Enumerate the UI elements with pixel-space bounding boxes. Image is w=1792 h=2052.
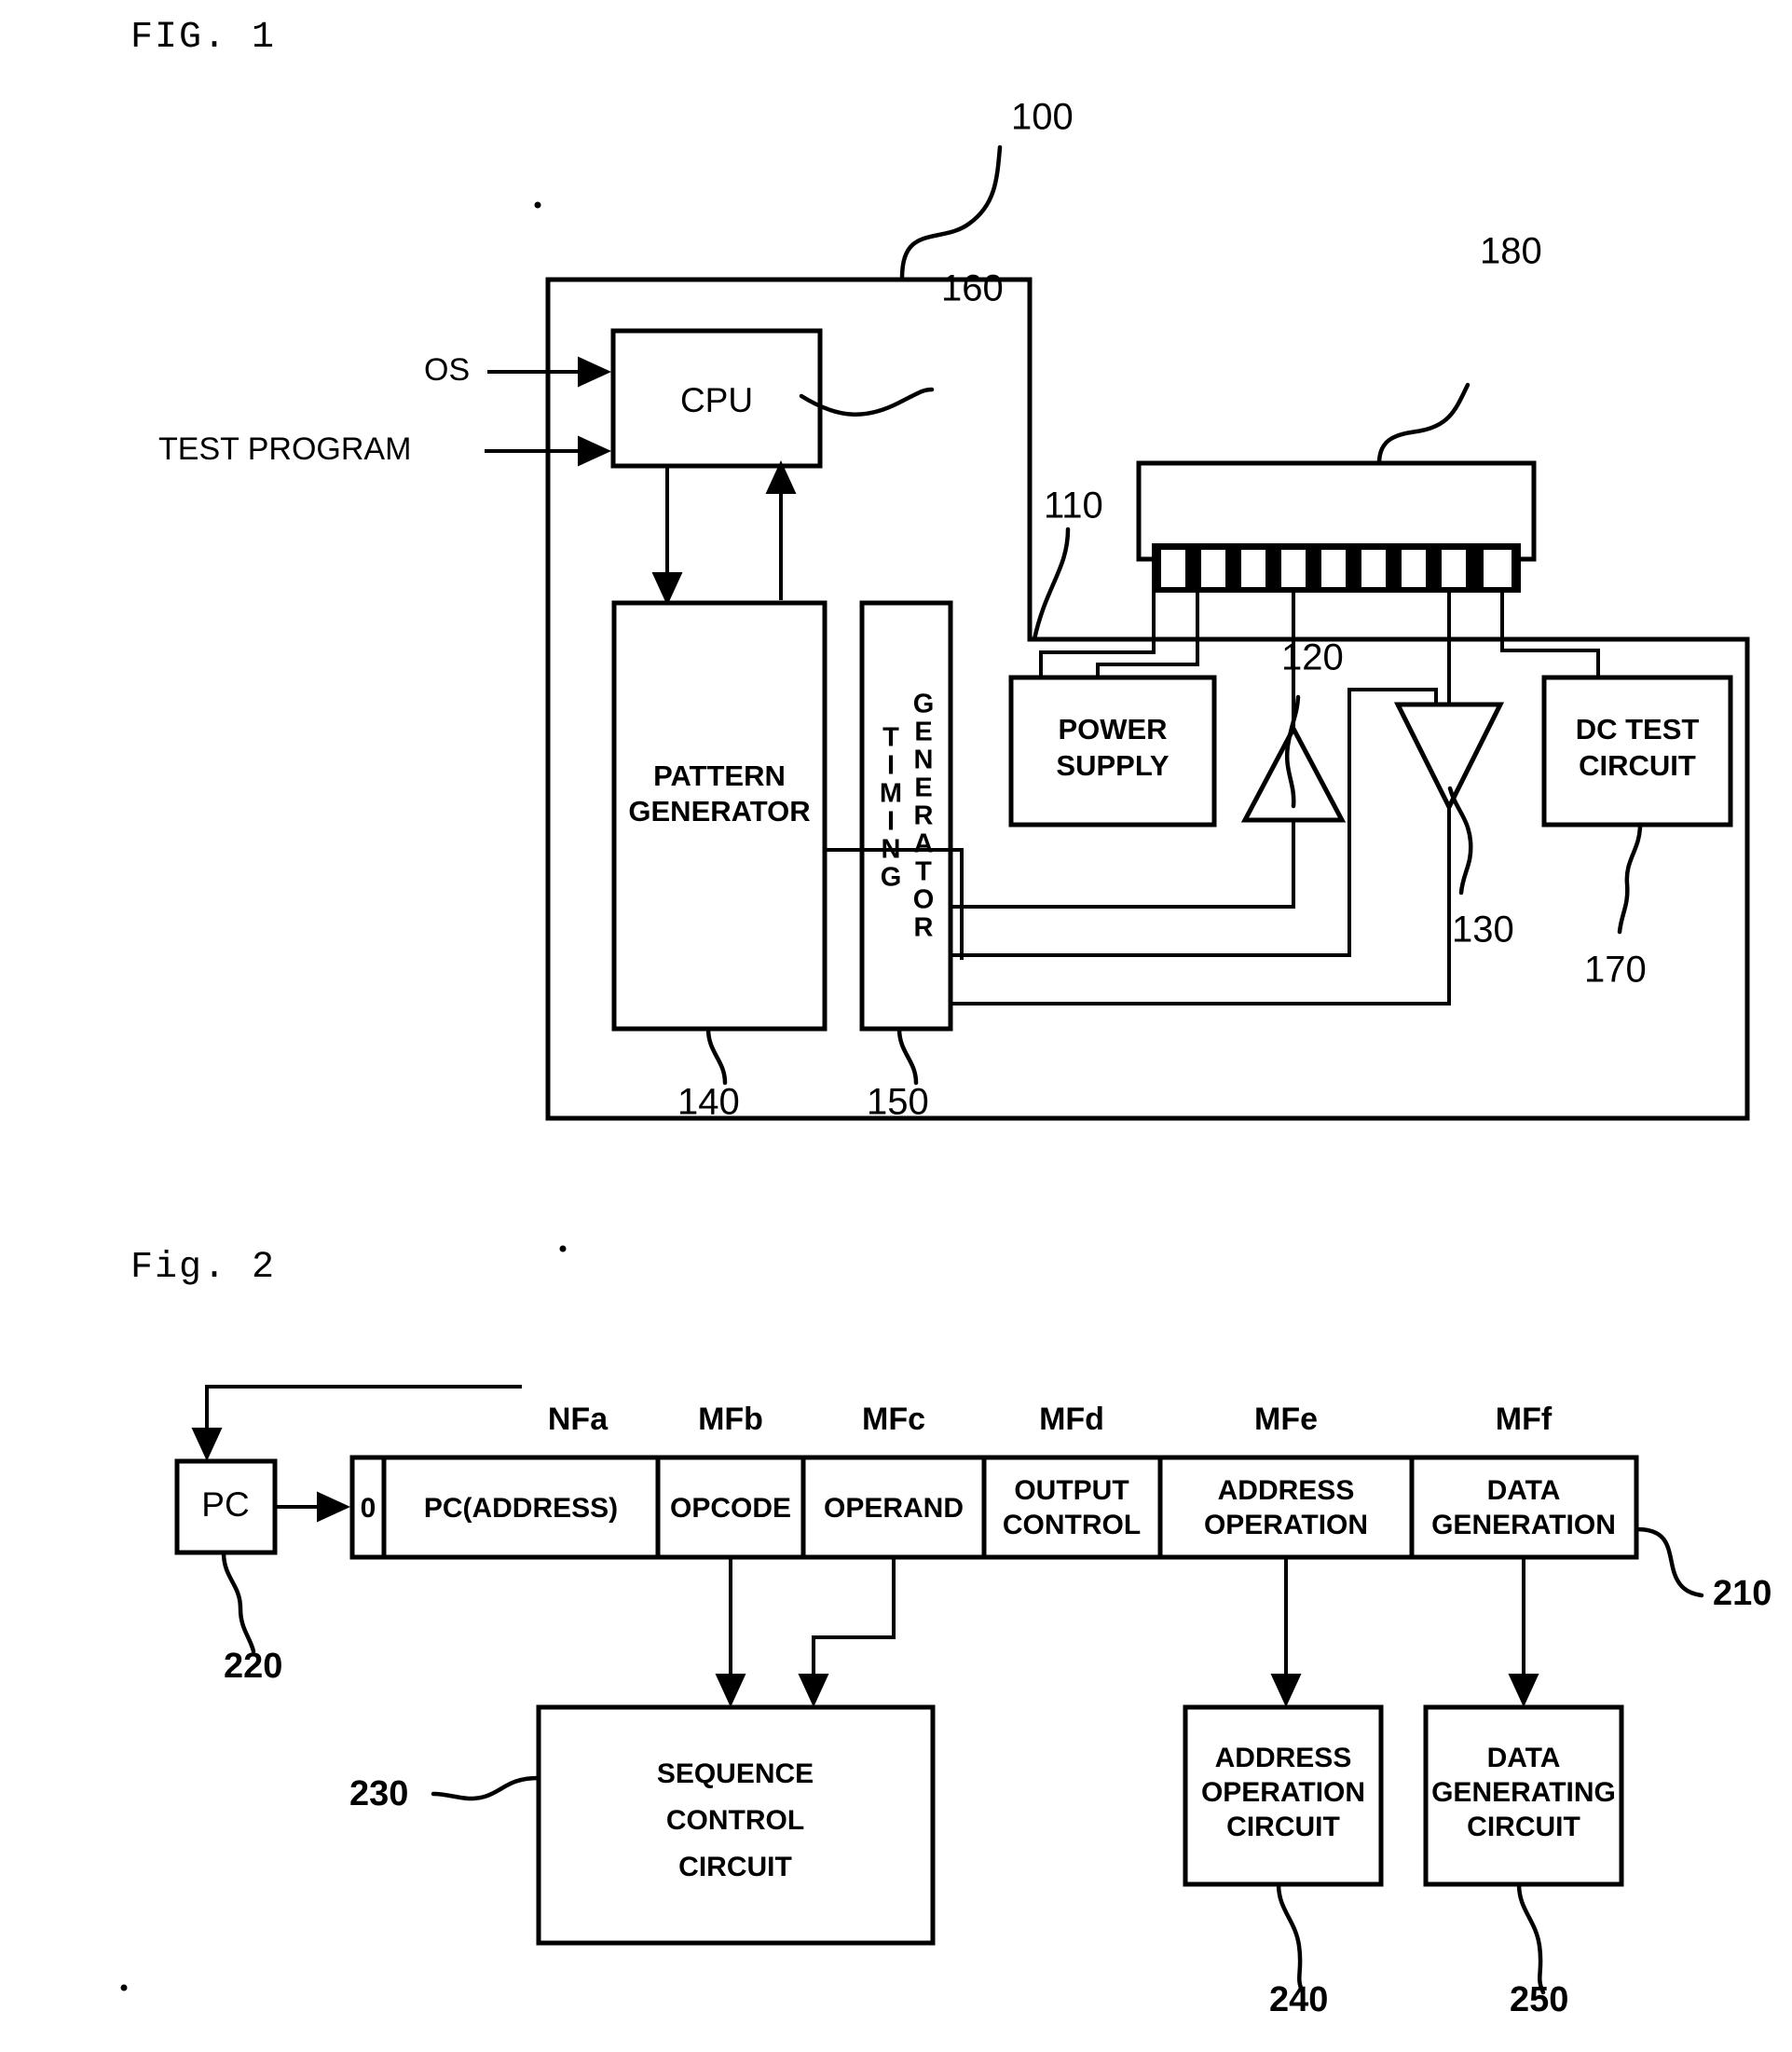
svg-text:O: O <box>913 885 935 915</box>
ref-160-label: 160 <box>941 268 1004 309</box>
ref-120-label: 120 <box>1281 637 1344 678</box>
pattern-generator-label-line1: PATTERN <box>653 759 786 792</box>
word-tag-nfa: NFa <box>548 1402 609 1437</box>
ref-210-label: 210 <box>1713 1574 1771 1613</box>
word-cell-opcode: OPCODE <box>670 1493 791 1524</box>
input-label-test-program: TEST PROGRAM <box>158 431 411 467</box>
driver-input-from-timing-generator <box>951 820 1295 909</box>
svg-text:T: T <box>882 723 899 753</box>
ref-100-leader <box>899 144 1003 280</box>
ref-150-leader <box>896 1026 919 1086</box>
input-label-os: OS <box>424 352 470 388</box>
ref-210-leader <box>1634 1526 1704 1598</box>
pc-block-label: PC <box>201 1485 249 1524</box>
ref-250-leader <box>1516 1881 1546 1995</box>
ref-170-leader <box>1617 822 1643 935</box>
dc-test-circuit-label-line1: DC TEST <box>1576 713 1700 746</box>
ref-110-leader <box>1032 527 1071 642</box>
ref-180-leader <box>1376 382 1471 466</box>
word-cell-operand: OPERAND <box>824 1493 964 1524</box>
figure2-title: Fig. 2 <box>130 1247 276 1289</box>
figure1-title: FIG. 1 <box>130 17 276 59</box>
word-cell-data-generation-line2: GENERATION <box>1431 1510 1616 1540</box>
svg-text:N: N <box>914 746 934 775</box>
cpu-label: CPU <box>680 381 753 419</box>
word-cell-address-operation-line2: OPERATION <box>1204 1510 1368 1540</box>
ref-220-label: 220 <box>224 1647 282 1686</box>
ref-150-label: 150 <box>867 1082 929 1123</box>
artifact-dot <box>120 1984 128 1991</box>
timing-generator-label-timing: T I M I N G <box>880 723 902 893</box>
timing-generator-block <box>859 600 953 1032</box>
artifact-dot <box>534 201 541 209</box>
word-tag-mfd: MFd <box>1039 1402 1104 1437</box>
dut-pins <box>1161 550 1512 587</box>
word-tag-mfb: MFb <box>698 1402 763 1437</box>
patent-figure-sheet: FIG. 1 100 CPU 160 OS TEST PROGRAM PATTE… <box>120 17 1771 2019</box>
timing-generator-label-generator: G E N E R A T O R <box>913 690 935 943</box>
address-operation-circuit-line2: OPERATION <box>1201 1777 1365 1808</box>
word-cell-flag: 0 <box>361 1493 376 1524</box>
ref-250-label: 250 <box>1510 1980 1568 2019</box>
word-tag-mfe: MFe <box>1254 1402 1318 1437</box>
word-cell-pc-address: PC(ADDRESS) <box>424 1493 618 1524</box>
operand-to-sequence-control-line <box>798 1557 896 1707</box>
word-cell-address-operation-line1: ADDRESS <box>1218 1475 1355 1506</box>
pattern-generator-label-line2: GENERATOR <box>628 795 810 828</box>
ref-230-label: 230 <box>349 1774 408 1813</box>
power-supply-to-dut-wire-b <box>1096 593 1199 677</box>
dc-test-circuit-to-dut-wire <box>1500 593 1600 677</box>
svg-text:T: T <box>915 857 932 887</box>
word-cell-output-control-line2: CONTROL <box>1003 1510 1141 1540</box>
svg-text:A: A <box>914 829 934 859</box>
ref-220-leader <box>221 1550 256 1654</box>
data-generating-circuit-line1: DATA <box>1487 1743 1561 1773</box>
address-operation-circuit-line1: ADDRESS <box>1215 1743 1352 1773</box>
svg-text:R: R <box>914 801 934 831</box>
word-tag-mfc: MFc <box>862 1402 925 1437</box>
svg-text:M: M <box>880 779 902 809</box>
ref-240-leader <box>1276 1881 1306 1995</box>
word-tag-mff: MFf <box>1496 1402 1553 1437</box>
svg-text:G: G <box>913 690 935 719</box>
power-supply-label-line2: SUPPLY <box>1056 749 1170 782</box>
svg-text:R: R <box>914 913 934 943</box>
data-generating-circuit-line2: GENERATING <box>1431 1777 1616 1808</box>
power-supply-label-line1: POWER <box>1058 713 1167 746</box>
pc-feedback-loop <box>191 1385 522 1461</box>
ref-230-leader <box>431 1775 541 1801</box>
ref-140-leader <box>705 1026 728 1086</box>
data-generating-circuit-line3: CIRCUIT <box>1467 1812 1580 1842</box>
svg-text:E: E <box>914 718 932 747</box>
svg-text:E: E <box>914 773 932 803</box>
dc-test-circuit-label-line2: CIRCUIT <box>1579 749 1696 782</box>
ref-180-label: 180 <box>1480 231 1542 272</box>
ref-240-label: 240 <box>1269 1980 1328 2019</box>
ref-130-label: 130 <box>1452 910 1514 951</box>
word-cell-output-control-line1: OUTPUT <box>1014 1475 1129 1506</box>
ref-100-label: 100 <box>1011 97 1074 138</box>
svg-text:I: I <box>887 751 895 781</box>
sequence-control-circuit-line3: CIRCUIT <box>678 1852 792 1882</box>
ref-140-label: 140 <box>677 1082 740 1123</box>
sequence-control-circuit-line1: SEQUENCE <box>657 1758 814 1789</box>
svg-text:I: I <box>887 807 895 837</box>
ref-110-label: 110 <box>1044 486 1103 527</box>
address-operation-circuit-line3: CIRCUIT <box>1226 1812 1340 1842</box>
sequence-control-circuit-line2: CONTROL <box>666 1805 804 1836</box>
artifact-dot <box>559 1245 567 1252</box>
ref-170-label: 170 <box>1584 950 1647 991</box>
word-cell-data-generation-line1: DATA <box>1487 1475 1561 1506</box>
svg-text:G: G <box>881 863 902 893</box>
